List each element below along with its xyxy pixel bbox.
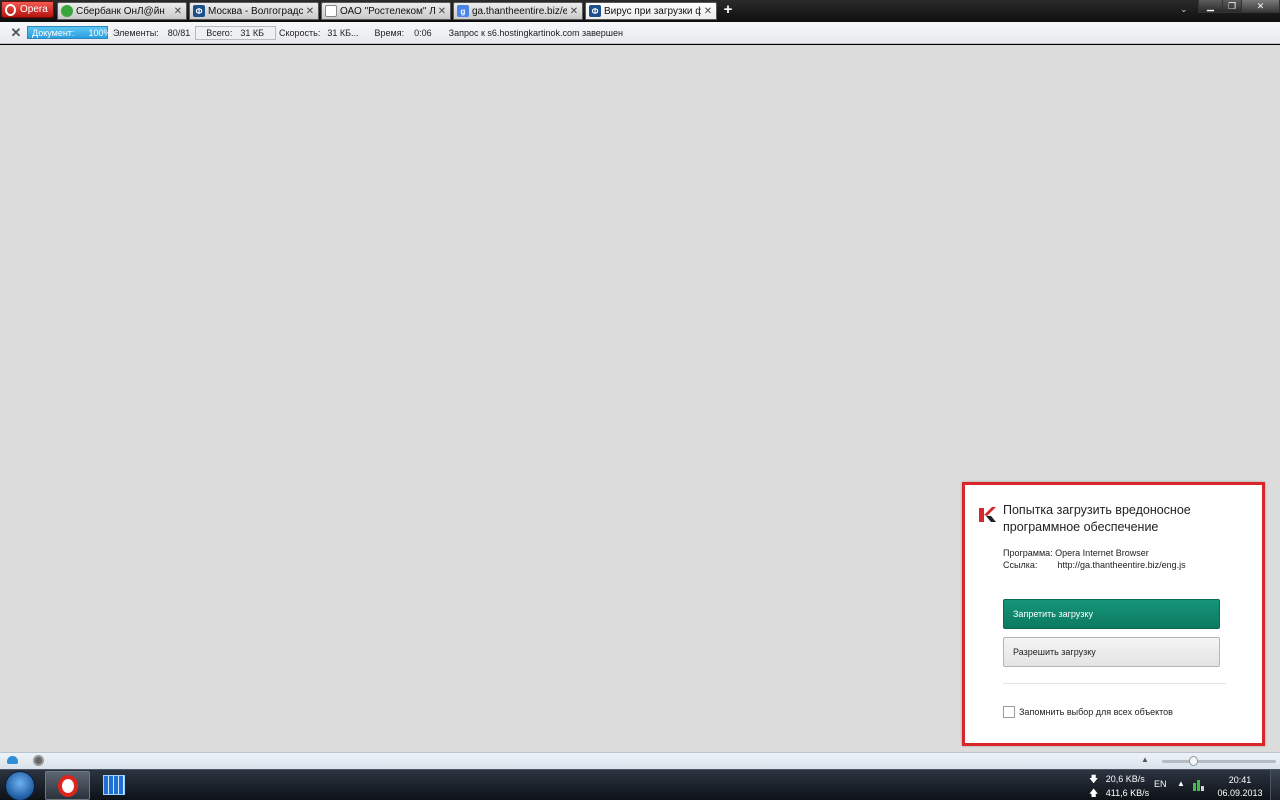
restore-button[interactable]: ❐ <box>1222 0 1242 13</box>
clock[interactable]: 20:41 06.09.2013 <box>1214 774 1266 800</box>
kaspersky-icon <box>979 507 996 522</box>
close-window-button[interactable]: ✕ <box>1241 0 1280 13</box>
zoom-slider-handle[interactable] <box>1189 756 1198 766</box>
down-arrow-icon: 🡇 <box>1089 774 1099 784</box>
opera-icon <box>5 3 16 16</box>
taskbar-opera[interactable] <box>45 771 90 800</box>
status-bar: ▲ <box>0 752 1280 769</box>
speed-stat: Скорость: 31 КБ... <box>279 28 359 38</box>
link-row: Ссылка: http://ga.thantheentire.biz/eng.… <box>1003 560 1186 570</box>
opera-menu-label: Opera <box>20 4 48 15</box>
page-icon <box>325 5 337 17</box>
close-tab-icon[interactable]: ✕ <box>437 6 447 17</box>
status-text: Запрос к s6.hostingkartinok.com завершен <box>448 27 623 38</box>
document-progress: Документ: 100% <box>27 26 112 39</box>
tab-label: ga.thantheentire.biz/en... <box>472 5 567 17</box>
remember-checkbox[interactable] <box>1003 706 1015 718</box>
tab-sberbank[interactable]: Сбербанк ОнЛ@йн ✕ <box>57 2 187 20</box>
tab-thantheentire[interactable]: g ga.thantheentire.biz/en... ✕ <box>453 2 583 20</box>
document-value: 100% <box>88 27 112 38</box>
program-value: Opera Internet Browser <box>1055 548 1149 558</box>
notification-title: Попытка загрузить вредоносное программно… <box>1003 503 1191 534</box>
total-label: Всего: <box>206 27 233 38</box>
elements-value: 80/81 <box>167 27 191 38</box>
time-label: Время: <box>374 27 405 38</box>
up-speed-value: 411,6 KB/s <box>1105 788 1150 798</box>
program-row: Программа: Opera Internet Browser <box>1003 548 1149 558</box>
tab-virus-active[interactable]: Ф Вирус при загрузки ф... ✕ <box>585 2 717 20</box>
tab-label: Вирус при загрузки ф... <box>604 5 701 17</box>
new-tab-button[interactable]: + <box>721 2 735 18</box>
taskbar-app[interactable] <box>97 771 133 800</box>
sberbank-icon <box>61 5 73 17</box>
taskbar: 🡇 20,6 KB/s 🡅 411,6 KB/s EN ▲ 20:41 06.0… <box>0 769 1280 800</box>
view-arrow-icon[interactable]: ▲ <box>1141 755 1149 764</box>
tab-moscow[interactable]: Ф Москва - Волгоградск... ✕ <box>189 2 319 20</box>
tab-label: Сбербанк ОнЛ@йн <box>76 5 165 17</box>
progress-bar: ✕ Документ: 100% Элементы: 80/81 Всего: … <box>0 22 1280 44</box>
close-tab-icon[interactable]: ✕ <box>305 6 315 17</box>
close-tab-icon[interactable]: ✕ <box>703 6 713 17</box>
show-hidden-icons[interactable]: ▲ <box>1177 779 1185 788</box>
google-icon: g <box>457 5 469 17</box>
opera-menu-button[interactable]: Opera <box>1 1 54 18</box>
turbo-icon[interactable] <box>33 755 44 766</box>
f-icon: Ф <box>193 5 205 17</box>
network-icon[interactable] <box>1192 779 1205 792</box>
divider <box>1003 683 1226 684</box>
total-value: 31 КБ <box>240 27 264 38</box>
language-indicator[interactable]: EN <box>1154 779 1167 789</box>
f-icon: Ф <box>589 5 601 17</box>
close-tab-icon[interactable]: ✕ <box>569 6 579 17</box>
remember-label: Запомнить выбор для всех объектов <box>1019 707 1173 717</box>
allow-download-button[interactable]: Разрешить загрузку <box>1003 637 1220 667</box>
start-button[interactable] <box>5 771 35 800</box>
program-label: Программа: <box>1003 548 1053 558</box>
tab-label: Москва - Волгоградск... <box>208 5 303 17</box>
time-value: 0:06 <box>414 27 432 38</box>
upload-speed: 🡅 411,6 KB/s <box>1089 786 1149 800</box>
total-stat: Всего: 31 КБ <box>195 25 276 40</box>
link-label: Ссылка: <box>1003 560 1038 570</box>
app-icon <box>103 775 125 795</box>
speed-value: 31 КБ... <box>327 27 359 38</box>
clock-time: 20:41 <box>1228 775 1252 785</box>
elements-label: Элементы: <box>113 27 159 38</box>
deny-download-button[interactable]: Запретить загрузку <box>1003 599 1220 629</box>
opera-icon <box>58 775 78 797</box>
zoom-slider[interactable] <box>1162 760 1276 763</box>
opera-unite-icon[interactable] <box>7 756 18 764</box>
elements-stat: Элементы: 80/81 <box>113 28 190 38</box>
tab-rostelecom[interactable]: ОАО "Ростелеком" Ли... ✕ <box>321 2 451 20</box>
tab-label: ОАО "Ростелеком" Ли... <box>340 5 435 17</box>
close-icon[interactable]: ✕ <box>9 25 23 41</box>
tab-bar: Opera Сбербанк ОнЛ@йн ✕ Ф Москва - Волго… <box>0 0 1280 22</box>
remember-choice[interactable]: Запомнить выбор для всех объектов <box>1003 706 1173 718</box>
tab-list-icon[interactable]: ⌄ <box>1180 4 1188 15</box>
up-arrow-icon: 🡅 <box>1089 788 1099 798</box>
time-stat: Время: 0:06 <box>375 28 432 38</box>
minimize-button[interactable]: ▁ <box>1198 0 1223 13</box>
clock-date: 06.09.2013 <box>1217 788 1263 798</box>
document-label: Документ: <box>32 27 75 38</box>
show-desktop-button[interactable] <box>1270 770 1280 800</box>
down-speed-value: 20,6 KB/s <box>1105 774 1145 784</box>
close-tab-icon[interactable]: ✕ <box>173 6 183 17</box>
speed-label: Скорость: <box>279 27 321 38</box>
malware-notification: Попытка загрузить вредоносное программно… <box>962 482 1265 746</box>
link-value: http://ga.thantheentire.biz/eng.js <box>1057 560 1186 570</box>
